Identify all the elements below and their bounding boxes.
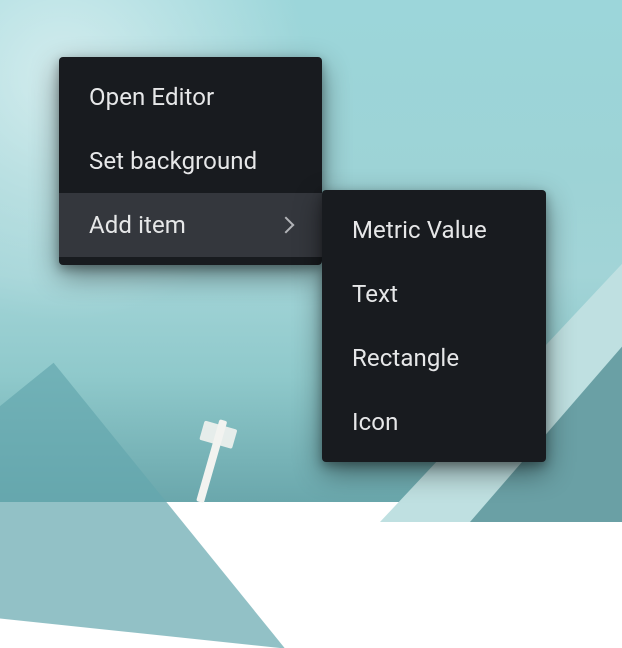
menu-item-set-background[interactable]: Set background [59,129,322,193]
submenu-item-label: Rectangle [352,344,459,372]
menu-item-add-item[interactable]: Add item [59,193,322,257]
context-submenu-add-item: Metric Value Text Rectangle Icon [322,190,546,462]
submenu-item-rectangle[interactable]: Rectangle [322,326,546,390]
menu-item-label: Add item [89,211,186,239]
menu-item-label: Open Editor [89,83,214,111]
submenu-item-label: Text [352,280,398,308]
submenu-item-icon[interactable]: Icon [322,390,546,454]
submenu-item-label: Metric Value [352,216,487,244]
submenu-item-metric-value[interactable]: Metric Value [322,198,546,262]
chevron-right-icon [278,217,295,234]
submenu-item-label: Icon [352,408,398,436]
menu-item-label: Set background [89,147,257,175]
menu-item-open-editor[interactable]: Open Editor [59,65,322,129]
submenu-item-text[interactable]: Text [322,262,546,326]
context-menu: Open Editor Set background Add item [59,57,322,265]
